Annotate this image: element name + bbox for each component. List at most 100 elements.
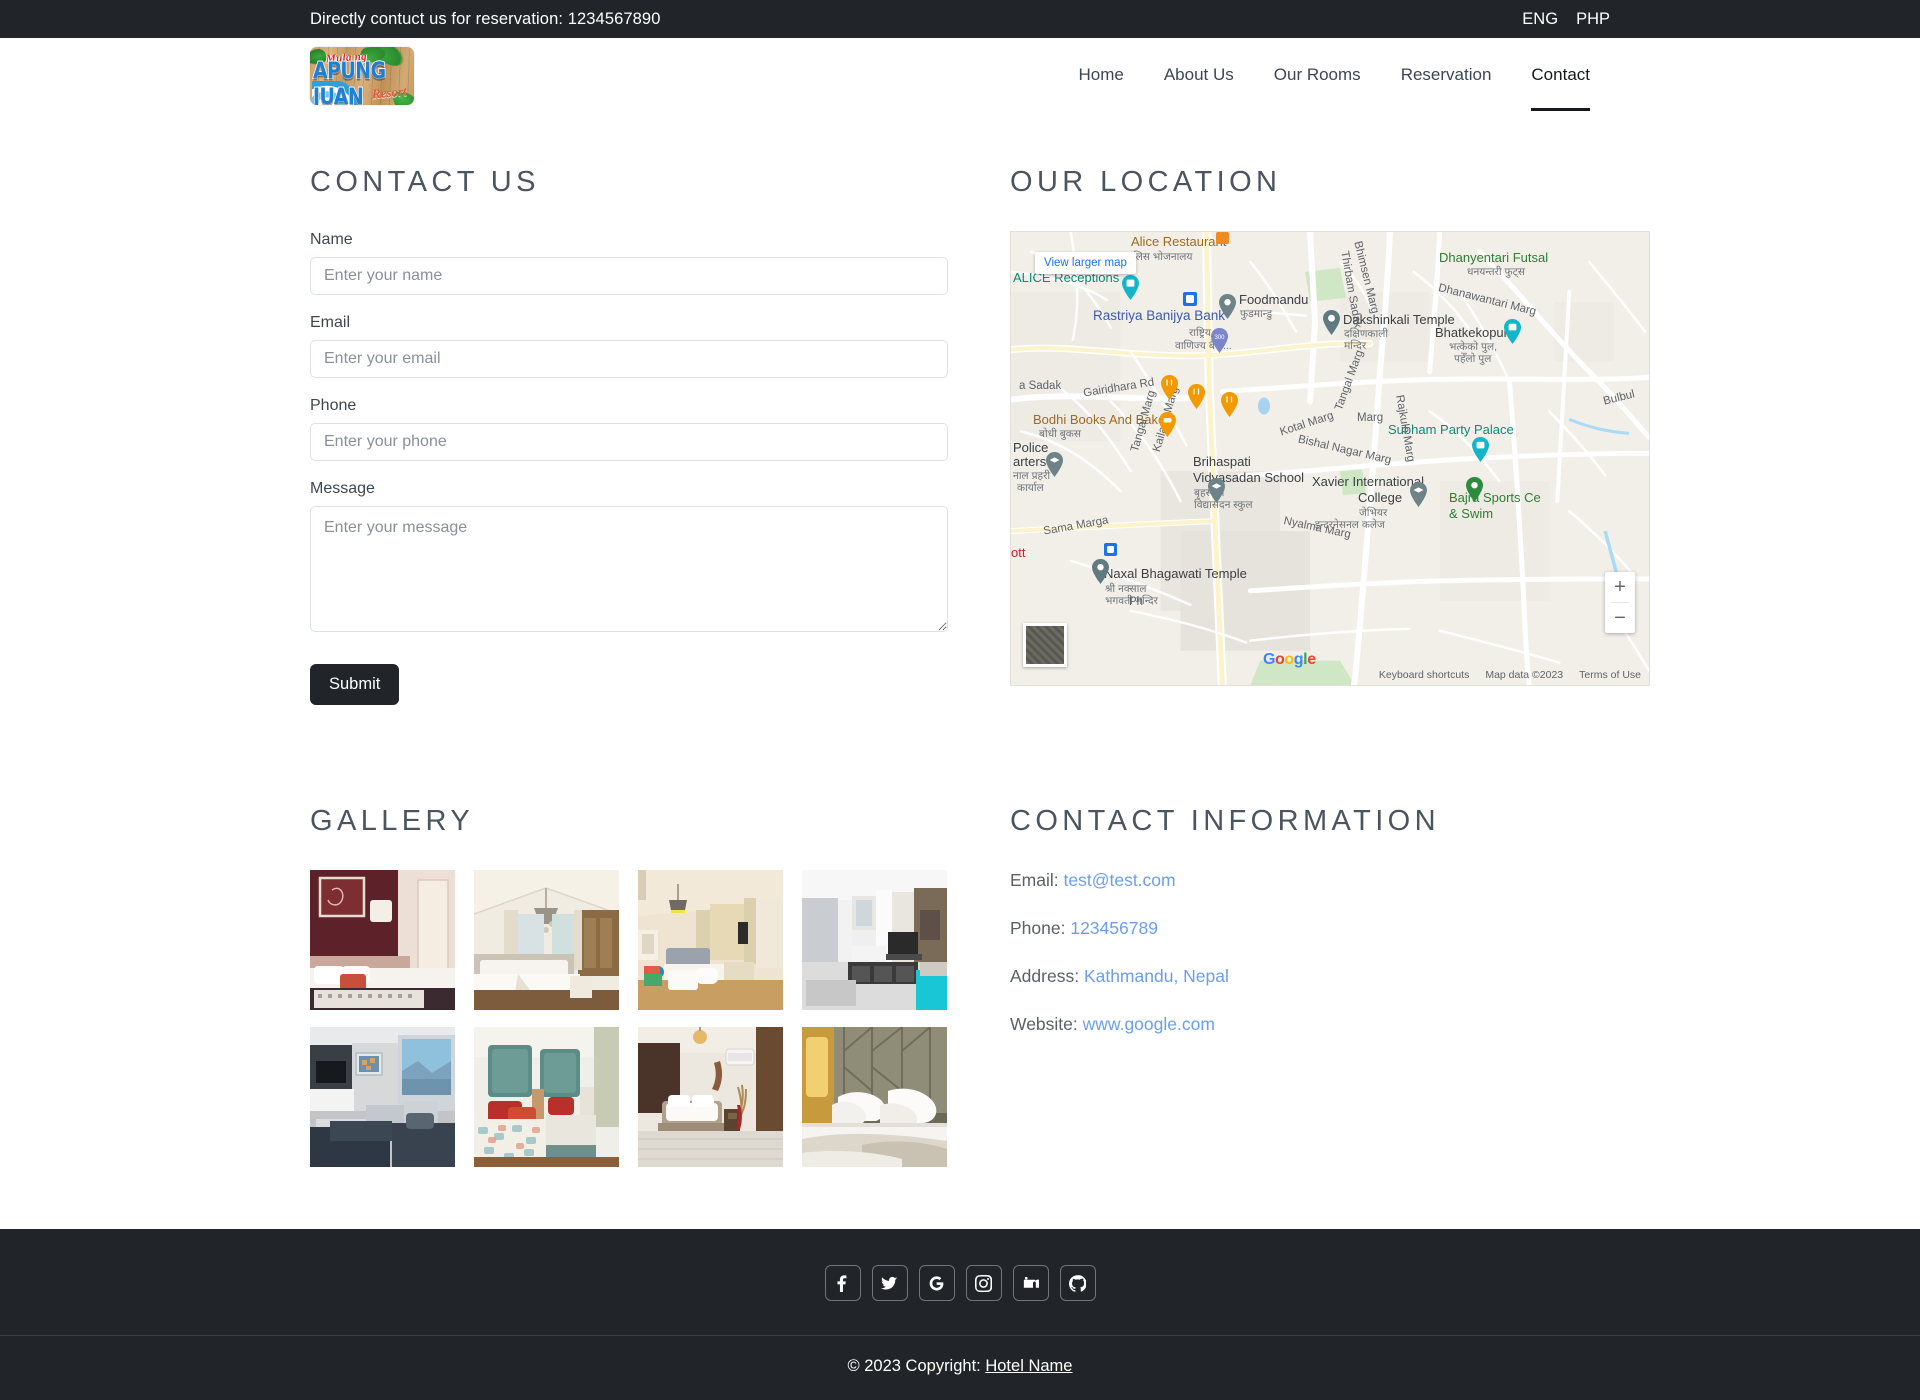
gallery-image-2 [474, 870, 619, 1010]
map-pin-bus-stop[interactable] [1182, 291, 1201, 316]
email-label-static: Email: [1010, 870, 1059, 890]
email-link[interactable]: test@test.com [1064, 870, 1176, 890]
gallery-item[interactable] [310, 870, 455, 1010]
phone-label-static: Phone: [1010, 918, 1065, 938]
google-link[interactable] [919, 1265, 955, 1301]
svg-text:300: 300 [1214, 335, 1225, 341]
map-pin-restaurant[interactable] [1220, 392, 1239, 417]
map-zoom-controls: + − [1605, 572, 1635, 633]
gallery-image-3 [638, 870, 783, 1010]
gallery-image-1 [310, 870, 455, 1010]
google-icon [928, 1275, 945, 1292]
map-pin-xavier-college[interactable] [1409, 482, 1428, 507]
terms-of-use-link[interactable]: Terms of Use [1579, 669, 1641, 681]
language-option-php[interactable]: PHP [1576, 10, 1610, 29]
gallery-item[interactable] [638, 1027, 783, 1167]
nav-item-our-rooms[interactable]: Our Rooms [1254, 57, 1381, 95]
map-pin-water-feature [1255, 397, 1274, 422]
email-input[interactable] [310, 340, 948, 378]
map-pin-bajra-sports-centre[interactable] [1465, 477, 1484, 502]
map-pin-bank[interactable]: 300 [1210, 328, 1229, 353]
gallery-item[interactable] [474, 1027, 619, 1167]
top-announcement-bar: Directly contuct us for reservation: 123… [0, 0, 1920, 38]
keyboard-shortcuts-link[interactable]: Keyboard shortcuts [1379, 669, 1469, 681]
map-zoom-out-button[interactable]: − [1605, 603, 1635, 633]
phone-label: Phone [310, 397, 950, 415]
reservation-contact-text: Directly contuct us for reservation: 123… [310, 10, 660, 29]
social-links-row [0, 1265, 1920, 1301]
twitter-link[interactable] [872, 1265, 908, 1301]
map-pin-dakshinkali-temple[interactable] [1322, 310, 1341, 335]
message-textarea[interactable] [310, 506, 948, 632]
nav-item-home[interactable]: Home [1058, 57, 1143, 95]
website-label-static: Website: [1010, 1014, 1078, 1034]
nav-item-contact[interactable]: Contact [1511, 57, 1610, 95]
map-street-view-thumbnail[interactable] [1023, 623, 1067, 667]
gallery-item[interactable] [638, 870, 783, 1010]
contact-information-column: CONTACT INFORMATION Email: test@test.com… [1010, 805, 1650, 1167]
message-label: Message [310, 480, 950, 498]
contact-form: Name Email Phone Message Submit [310, 231, 950, 705]
facebook-link[interactable] [825, 1265, 861, 1301]
gallery-image-4 [802, 870, 947, 1010]
linkedin-link[interactable] [1013, 1265, 1049, 1301]
map-base-artwork [1011, 232, 1649, 686]
gallery-item[interactable] [802, 870, 947, 1010]
submit-button[interactable]: Submit [310, 664, 399, 705]
address-link[interactable]: Kathmandu, Nepal [1084, 966, 1229, 986]
map-pin-bhatkekopul[interactable] [1503, 319, 1522, 344]
contact-info-website-row: Website: www.google.com [1010, 1014, 1650, 1035]
site-logo[interactable]: Mula ng APUNG JUAN Resort [310, 47, 414, 105]
copyright-text: © 2023 Copyright: [848, 1357, 981, 1375]
gallery-item[interactable] [310, 1027, 455, 1167]
contact-form-column: CONTACT US Name Email Phone Message [310, 166, 950, 705]
google-map-embed[interactable]: View larger map 300 [1010, 231, 1650, 686]
name-field-group: Name [310, 231, 950, 295]
gallery-and-info-section: GALLERY [310, 705, 1610, 1167]
main-navigation: Home About Us Our Rooms Reservation Cont… [1058, 57, 1610, 95]
map-zoom-in-button[interactable]: + [1605, 572, 1635, 602]
map-pin-brihaspati-school[interactable] [1207, 478, 1226, 503]
phone-input[interactable] [310, 423, 948, 461]
phone-link[interactable]: 123456789 [1070, 918, 1158, 938]
logo-text-sub: Resort [372, 84, 408, 103]
map-pin-police-headquarters[interactable] [1045, 452, 1064, 477]
map-attribution-bar: Keyboard shortcuts Map data ©2023 Terms … [1379, 669, 1641, 681]
name-input[interactable] [310, 257, 948, 295]
map-pin-restaurant[interactable] [1215, 231, 1234, 256]
website-link[interactable]: www.google.com [1083, 1014, 1215, 1034]
copyright-bar: © 2023 Copyright: Hotel Name [0, 1335, 1920, 1400]
language-option-eng[interactable]: ENG [1522, 10, 1558, 29]
gallery-item[interactable] [474, 870, 619, 1010]
gallery-image-7 [638, 1027, 783, 1167]
map-pin-bakery[interactable] [1158, 412, 1177, 437]
gallery-image-6 [474, 1027, 619, 1167]
github-link[interactable] [1060, 1265, 1096, 1301]
map-pin-restaurant[interactable] [1187, 384, 1206, 409]
view-larger-map-button[interactable]: View larger map [1035, 252, 1136, 274]
site-header: Mula ng APUNG JUAN Resort Home About Us … [0, 38, 1920, 114]
message-field-group: Message [310, 480, 950, 637]
contact-us-heading: CONTACT US [310, 166, 950, 199]
address-label-static: Address: [1010, 966, 1079, 986]
google-logo[interactable]: Google [1263, 651, 1316, 669]
gallery-heading: GALLERY [310, 805, 950, 838]
copyright-hotel-link[interactable]: Hotel Name [985, 1357, 1072, 1375]
map-pin-naxal-bhagawati-temple[interactable] [1091, 559, 1110, 584]
github-icon [1069, 1275, 1086, 1292]
contact-info-address-row: Address: Kathmandu, Nepal [1010, 966, 1650, 987]
language-switcher: ENG PHP [1522, 10, 1610, 29]
map-pin-restaurant[interactable] [1160, 375, 1179, 400]
map-pin-foodmandu[interactable] [1218, 294, 1237, 319]
gallery-image-5 [310, 1027, 455, 1167]
nav-item-about-us[interactable]: About Us [1144, 57, 1254, 95]
nav-item-reservation[interactable]: Reservation [1381, 57, 1512, 95]
instagram-link[interactable] [966, 1265, 1002, 1301]
gallery-item[interactable] [802, 1027, 947, 1167]
site-footer: © 2023 Copyright: Hotel Name [0, 1229, 1920, 1400]
gallery-image-8 [802, 1027, 947, 1167]
map-pin-subham-party-palace[interactable] [1471, 437, 1490, 462]
contact-and-location-section: CONTACT US Name Email Phone Message [310, 114, 1610, 1167]
gallery-column: GALLERY [310, 805, 950, 1167]
map-pin-alice-receptions[interactable] [1121, 275, 1140, 300]
